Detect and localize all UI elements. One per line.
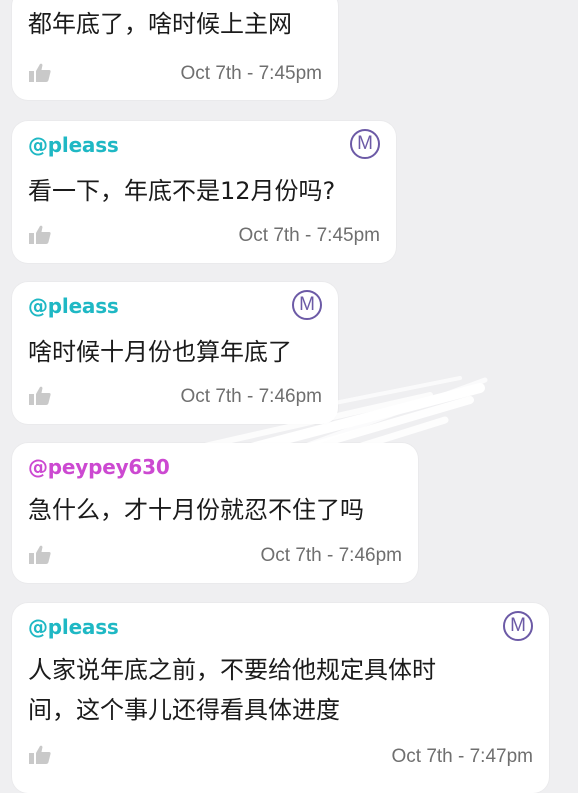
sender-name[interactable]: @pleass xyxy=(28,615,119,639)
message-text: 人家说年底之前，不要给他规定具体时 xyxy=(28,656,436,684)
sender-name[interactable]: @pleass xyxy=(28,294,119,318)
message-text: 啥时候十月份也算年底了 xyxy=(28,338,292,366)
message-text: 急什么，才十月份就忍不住了吗 xyxy=(28,496,364,524)
moderator-badge-icon: M xyxy=(292,290,322,320)
message-text: 间，这个事儿还得看具体进度 xyxy=(28,696,340,724)
message-timestamp: Oct 7th - 7:46pm xyxy=(260,545,402,566)
sender-name[interactable]: @pleass xyxy=(28,133,119,157)
message-text: 都年底了，啥时候上主网 xyxy=(28,10,292,38)
message-timestamp: Oct 7th - 7:45pm xyxy=(238,225,380,246)
chat-feed: 都年底了，啥时候上主网 Oct 7th - 7:45pm @pleass M 看… xyxy=(0,0,578,793)
message-bubble: @pleass M 看一下，年底不是12月份吗? Oct 7th - 7:45p… xyxy=(12,121,396,263)
moderator-badge-icon: M xyxy=(503,611,533,641)
moderator-badge-icon: M xyxy=(350,129,380,159)
message-bubble: @pleass M 啥时候十月份也算年底了 Oct 7th - 7:46pm xyxy=(12,282,338,424)
thumbs-up-icon[interactable] xyxy=(28,545,52,565)
message-timestamp: Oct 7th - 7:46pm xyxy=(180,386,322,407)
message-text: 看一下，年底不是12月份吗? xyxy=(28,177,336,205)
message-bubble: @peypey630 急什么，才十月份就忍不住了吗 Oct 7th - 7:46… xyxy=(12,443,418,583)
message-bubble: 都年底了，啥时候上主网 Oct 7th - 7:45pm xyxy=(12,0,338,100)
sender-name[interactable]: @peypey630 xyxy=(28,455,170,479)
thumbs-up-icon[interactable] xyxy=(28,225,52,245)
thumbs-up-icon[interactable] xyxy=(28,386,52,406)
thumbs-up-icon[interactable] xyxy=(28,745,52,765)
thumbs-up-icon[interactable] xyxy=(28,63,52,83)
message-timestamp: Oct 7th - 7:45pm xyxy=(180,63,322,84)
